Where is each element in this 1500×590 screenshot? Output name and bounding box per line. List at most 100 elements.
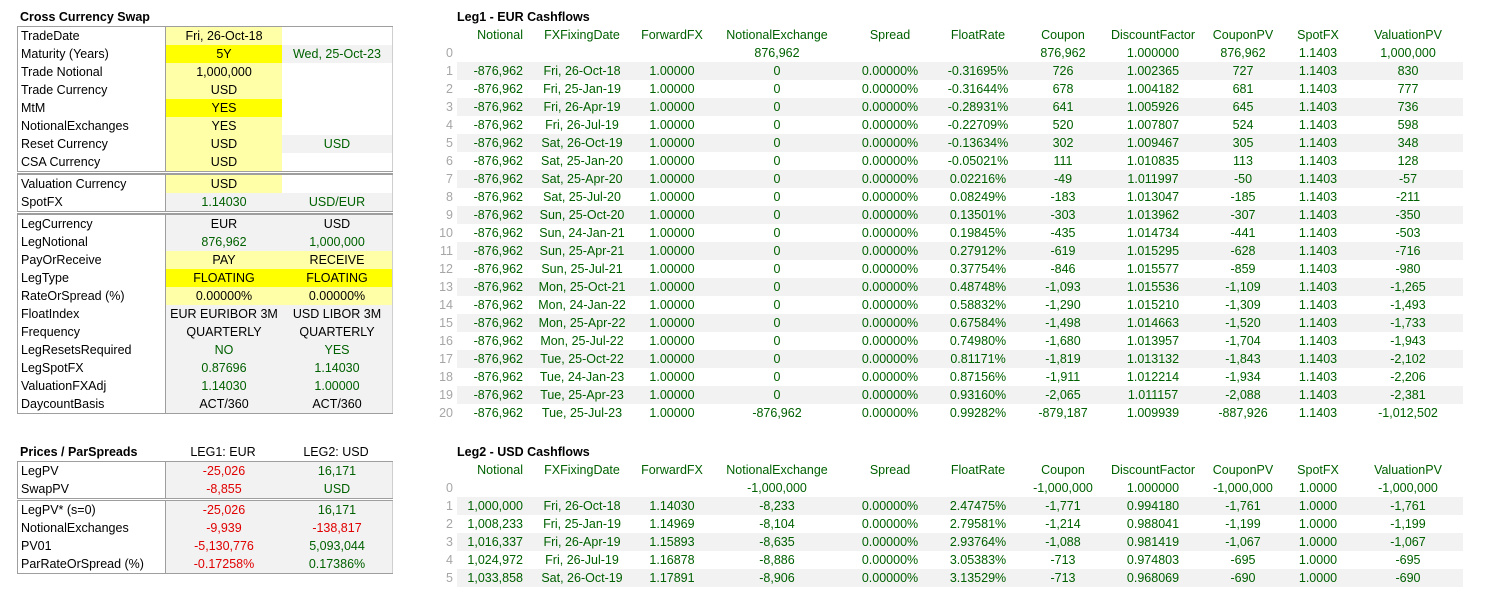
table-cell[interactable]: 0.00000% [847,188,933,206]
table-cell[interactable]: 1.00000 [637,260,707,278]
table-cell[interactable]: 1,000,000 [457,497,527,515]
table-cell[interactable]: 0.00000% [847,224,933,242]
table-cell[interactable]: -307 [1203,206,1283,224]
table-cell[interactable]: -1,843 [1203,350,1283,368]
table-cell[interactable]: 0.00000% [847,242,933,260]
table-cell[interactable]: Fri, 26-Apr-19 [527,98,637,116]
table-cell[interactable]: -713 [1023,569,1103,587]
table-cell[interactable]: -887,926 [1203,404,1283,422]
table-cell[interactable] [637,44,707,62]
table-cell[interactable]: 1,016,337 [457,533,527,551]
table-cell[interactable]: 0 [707,350,847,368]
table-cell[interactable]: -1,943 [1353,332,1463,350]
table-cell[interactable]: -0.22709% [933,116,1023,134]
table-cell[interactable]: -716 [1353,242,1463,260]
table-cell[interactable]: 0.13501% [933,206,1023,224]
table-cell[interactable]: 0.00000% [847,515,933,533]
table-cell[interactable]: 0.58832% [933,296,1023,314]
table-cell[interactable]: 1.013957 [1103,332,1203,350]
table-cell[interactable]: Fri, 25-Jan-19 [527,515,637,533]
table-cell[interactable]: Tue, 24-Jan-23 [527,368,637,386]
table-cell[interactable]: 1.009939 [1103,404,1203,422]
table-cell[interactable]: Sat, 26-Oct-19 [527,569,637,587]
table-cell[interactable]: Fri, 26-Oct-18 [527,62,637,80]
table-cell[interactable]: -1,761 [1353,497,1463,515]
table-cell[interactable]: -876,962 [457,170,527,188]
table-cell[interactable]: Mon, 24-Jan-22 [527,296,637,314]
table-cell[interactable]: 1,033,858 [457,569,527,587]
table-cell[interactable]: 0.00000% [847,551,933,569]
table-cell[interactable]: Sat, 25-Apr-20 [527,170,637,188]
table-cell[interactable]: -2,381 [1353,386,1463,404]
table-cell[interactable]: 0.37754% [933,260,1023,278]
table-cell[interactable]: 1.0000 [1283,479,1353,497]
table-cell[interactable] [847,44,933,62]
swap-row-value-1[interactable]: QUARTERLY [166,323,282,341]
table-cell[interactable]: -1,000,000 [1353,479,1463,497]
table-cell[interactable]: -1,000,000 [1023,479,1103,497]
swap-row-value-1[interactable]: USD [166,81,282,99]
table-cell[interactable]: 0.00000% [847,206,933,224]
table-cell[interactable]: 0.00000% [847,386,933,404]
table-cell[interactable]: -8,104 [707,515,847,533]
table-cell[interactable]: 0.00000% [847,134,933,152]
table-cell[interactable]: -876,962 [457,350,527,368]
table-cell[interactable]: 1.015536 [1103,278,1203,296]
table-cell[interactable]: -435 [1023,224,1103,242]
table-cell[interactable]: -876,962 [457,278,527,296]
swap-row-value-2[interactable]: 1.00000 [282,377,393,395]
swap-row-value-1[interactable]: 0.00000% [166,287,282,305]
table-cell[interactable]: 0.08249% [933,188,1023,206]
table-cell[interactable]: -876,962 [457,296,527,314]
table-cell[interactable]: -876,962 [457,62,527,80]
table-cell[interactable]: 1.1403 [1283,152,1353,170]
table-cell[interactable]: -876,962 [457,152,527,170]
table-cell[interactable]: 0.974803 [1103,551,1203,569]
table-cell[interactable]: 1.1403 [1283,260,1353,278]
table-cell[interactable]: -8,233 [707,497,847,515]
table-cell[interactable]: -1,088 [1023,533,1103,551]
table-cell[interactable]: 348 [1353,134,1463,152]
table-cell[interactable]: -2,065 [1023,386,1103,404]
table-cell[interactable]: 678 [1023,80,1103,98]
table-cell[interactable]: 1.1403 [1283,242,1353,260]
table-cell[interactable]: -876,962 [457,206,527,224]
swap-row-value-1[interactable]: NO [166,341,282,359]
table-cell[interactable]: 0 [707,368,847,386]
table-cell[interactable]: 1.1403 [1283,386,1353,404]
swap-row-value-2[interactable] [282,63,393,81]
table-cell[interactable]: Sun, 25-Jul-21 [527,260,637,278]
table-cell[interactable]: 0.19845% [933,224,1023,242]
swap-row-value-2[interactable]: USD LIBOR 3M [282,305,393,323]
swap-row-value-2[interactable]: QUARTERLY [282,323,393,341]
table-cell[interactable]: 2.47475% [933,497,1023,515]
swap-row-value-1[interactable]: YES [166,99,282,117]
swap-row-value-1[interactable]: 1.14030 [166,193,282,211]
table-cell[interactable]: Fri, 26-Apr-19 [527,533,637,551]
table-cell[interactable]: 0.81171% [933,350,1023,368]
table-cell[interactable]: 1.14030 [637,497,707,515]
table-cell[interactable]: 1.1403 [1283,314,1353,332]
table-cell[interactable]: Fri, 25-Jan-19 [527,80,637,98]
table-cell[interactable]: Sat, 25-Jan-20 [527,152,637,170]
table-cell[interactable]: -1,109 [1203,278,1283,296]
table-cell[interactable]: -1,733 [1353,314,1463,332]
table-cell[interactable]: 0.00000% [847,260,933,278]
table-cell[interactable]: -1,000,000 [707,479,847,497]
table-cell[interactable]: -0.05021% [933,152,1023,170]
table-cell[interactable]: -1,093 [1023,278,1103,296]
table-cell[interactable]: -876,962 [707,404,847,422]
table-cell[interactable] [847,479,933,497]
table-cell[interactable]: 1.00000 [637,242,707,260]
table-cell[interactable]: 2.93764% [933,533,1023,551]
swap-row-value-1[interactable]: EUR EURIBOR 3M [166,305,282,323]
table-cell[interactable]: 0.981419 [1103,533,1203,551]
table-cell[interactable]: 598 [1353,116,1463,134]
table-cell[interactable]: 1.011997 [1103,170,1203,188]
swap-row-value-2[interactable]: FLOATING [282,269,393,287]
table-cell[interactable]: Fri, 26-Oct-18 [527,497,637,515]
table-cell[interactable]: -8,886 [707,551,847,569]
table-cell[interactable]: 0.00000% [847,296,933,314]
table-cell[interactable]: -876,962 [457,80,527,98]
table-cell[interactable]: -876,962 [457,116,527,134]
